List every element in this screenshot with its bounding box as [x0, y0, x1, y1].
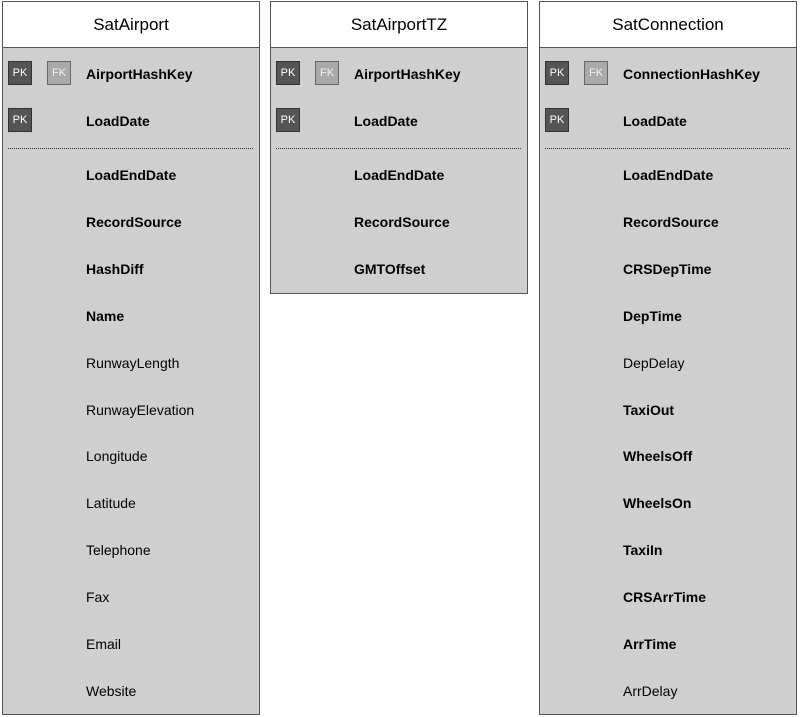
key-field-name: LoadDate: [354, 113, 418, 129]
attribute-row: Longitude: [3, 442, 259, 470]
attribute-name: Website: [86, 683, 137, 699]
attribute-row: CRSArrTime: [540, 583, 796, 611]
fk-badge: FK: [584, 61, 608, 85]
attribute-row: CRSDepTime: [540, 255, 796, 283]
attribute-row: RunwayLength: [3, 349, 259, 377]
key-divider: [8, 148, 253, 149]
attribute-row: ArrTime: [540, 630, 796, 658]
attribute-name: WheelsOn: [623, 495, 692, 511]
attribute-name: TaxiIn: [623, 542, 663, 558]
key-field-row: PK LoadDate: [3, 107, 259, 135]
attribute-row: Email: [3, 630, 259, 658]
attribute-name: RecordSource: [86, 214, 182, 230]
entity-title: SatAirportTZ: [271, 2, 527, 48]
attribute-name: Latitude: [86, 495, 136, 511]
attribute-row: RecordSource: [540, 208, 796, 236]
attribute-row: DepDelay: [540, 349, 796, 377]
attribute-name: LoadEndDate: [354, 167, 445, 183]
pk-badge: PK: [545, 61, 569, 85]
attribute-name: Telephone: [86, 542, 151, 558]
fk-badge: FK: [47, 61, 71, 85]
entity-sat-connection: SatConnection PK FK ConnectionHashKey PK Load…: [539, 1, 797, 715]
attribute-name: GMTOffset: [354, 261, 426, 277]
attribute-row: WheelsOn: [540, 489, 796, 517]
pk-badge: PK: [545, 108, 569, 132]
attribute-name: WheelsOff: [623, 448, 693, 464]
key-field-name: AirportHashKey: [354, 66, 461, 82]
key-field-row: PK FK ConnectionHashKey: [540, 60, 796, 88]
pk-badge: PK: [8, 61, 32, 85]
attribute-row: Telephone: [3, 536, 259, 564]
attribute-name: DepDelay: [623, 355, 685, 371]
entity-sat-airport: SatAirport PK FK AirportHashKey PK LoadDate Lo…: [2, 1, 260, 715]
attribute-row: WheelsOff: [540, 442, 796, 470]
attribute-name: RecordSource: [354, 214, 450, 230]
entity-sat-airport-tz: SatAirportTZ PK FK AirportHashKey PK LoadDate…: [270, 1, 528, 294]
attribute-name: ArrTime: [623, 636, 677, 652]
attribute-name: RecordSource: [623, 214, 719, 230]
attribute-name: CRSDepTime: [623, 261, 712, 277]
attribute-name: TaxiOut: [623, 402, 675, 418]
attribute-name: ArrDelay: [623, 683, 678, 699]
attribute-row: HashDiff: [3, 255, 259, 283]
attribute-row: RecordSource: [271, 208, 527, 236]
key-field-row: PK FK AirportHashKey: [271, 60, 527, 88]
pk-badge: PK: [276, 61, 300, 85]
attribute-row: LoadEndDate: [271, 161, 527, 189]
attribute-row: LoadEndDate: [3, 161, 259, 189]
key-field-name: AirportHashKey: [86, 66, 193, 82]
attribute-row: Name: [3, 302, 259, 330]
attribute-name: DepTime: [623, 308, 682, 324]
attribute-row: RecordSource: [3, 208, 259, 236]
attribute-row: DepTime: [540, 302, 796, 330]
attribute-row: TaxiOut: [540, 396, 796, 424]
key-divider: [276, 148, 521, 149]
pk-badge: PK: [8, 108, 32, 132]
key-field-row: PK LoadDate: [271, 107, 527, 135]
key-field-name: LoadDate: [623, 113, 687, 129]
attribute-name: Email: [86, 636, 122, 652]
attribute-name: Name: [86, 308, 125, 324]
attribute-name: HashDiff: [86, 261, 144, 277]
attribute-name: LoadEndDate: [86, 167, 177, 183]
key-field-name: LoadDate: [86, 113, 150, 129]
attribute-name: Fax: [86, 589, 110, 605]
pk-badge: PK: [276, 108, 300, 132]
entity-title: SatConnection: [540, 2, 796, 48]
attribute-row: RunwayElevation: [3, 396, 259, 424]
attribute-row: Latitude: [3, 489, 259, 517]
key-field-row: PK FK AirportHashKey: [3, 60, 259, 88]
attribute-name: CRSArrTime: [623, 589, 706, 605]
attribute-row: ArrDelay: [540, 677, 796, 705]
attribute-row: Website: [3, 677, 259, 705]
key-field-name: ConnectionHashKey: [623, 66, 760, 82]
attribute-row: GMTOffset: [271, 255, 527, 283]
fk-badge: FK: [315, 61, 339, 85]
attribute-name: LoadEndDate: [623, 167, 714, 183]
attribute-name: RunwayLength: [86, 355, 180, 371]
attribute-name: Longitude: [86, 448, 148, 464]
key-divider: [545, 148, 790, 149]
key-field-row: PK LoadDate: [540, 107, 796, 135]
attribute-row: TaxiIn: [540, 536, 796, 564]
attribute-row: Fax: [3, 583, 259, 611]
attribute-name: RunwayElevation: [86, 402, 195, 418]
attribute-row: LoadEndDate: [540, 161, 796, 189]
entity-title: SatAirport: [3, 2, 259, 48]
